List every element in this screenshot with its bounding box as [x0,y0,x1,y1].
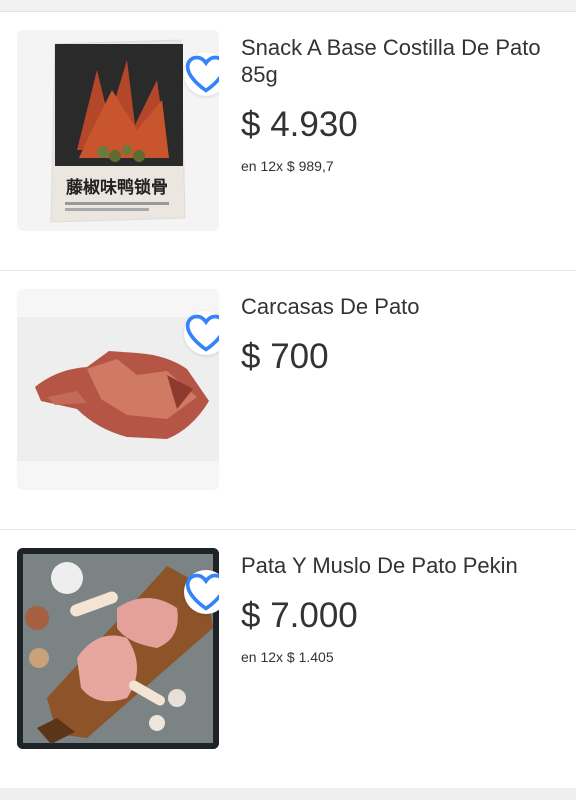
favorite-button[interactable] [184,52,219,96]
product-price: $ 4.930 [241,105,358,144]
installments-text: en 12x $ 1.405 [241,649,334,665]
product-info: Snack A Base Costilla De Pato 85g $ 4.93… [241,34,561,174]
favorite-button[interactable] [184,311,219,355]
heart-outline-icon [185,314,219,352]
product-image[interactable]: 藤椒味鸭锁骨 [17,30,219,231]
product-info: Carcasas De Pato $ 700 [241,293,561,377]
product-image[interactable] [17,289,219,490]
heart-outline-icon [185,55,219,93]
bottom-bar [0,788,576,800]
product-title[interactable]: Pata Y Muslo De Pato Pekin [241,552,561,579]
heart-outline-icon [185,573,219,611]
product-card-carcasas[interactable]: Carcasas De Pato $ 700 [0,271,576,529]
product-card-pata-muslo[interactable]: Pata Y Muslo De Pato Pekin $ 7.000 en 12… [0,530,576,788]
product-title[interactable]: Snack A Base Costilla De Pato 85g [241,34,561,88]
product-price: $ 7.000 [241,596,358,635]
top-bar [0,0,576,12]
product-image[interactable] [17,548,219,749]
installments-text: en 12x $ 989,7 [241,158,334,174]
package-text: 藤椒味鸭锁骨 [66,177,168,198]
product-info: Pata Y Muslo De Pato Pekin $ 7.000 en 12… [241,552,561,665]
favorite-button[interactable] [184,570,219,614]
product-price: $ 700 [241,337,329,376]
product-card-snack-costilla[interactable]: 藤椒味鸭锁骨 Snack A Base Costilla De Pato 85g… [0,12,576,270]
product-title[interactable]: Carcasas De Pato [241,293,561,320]
